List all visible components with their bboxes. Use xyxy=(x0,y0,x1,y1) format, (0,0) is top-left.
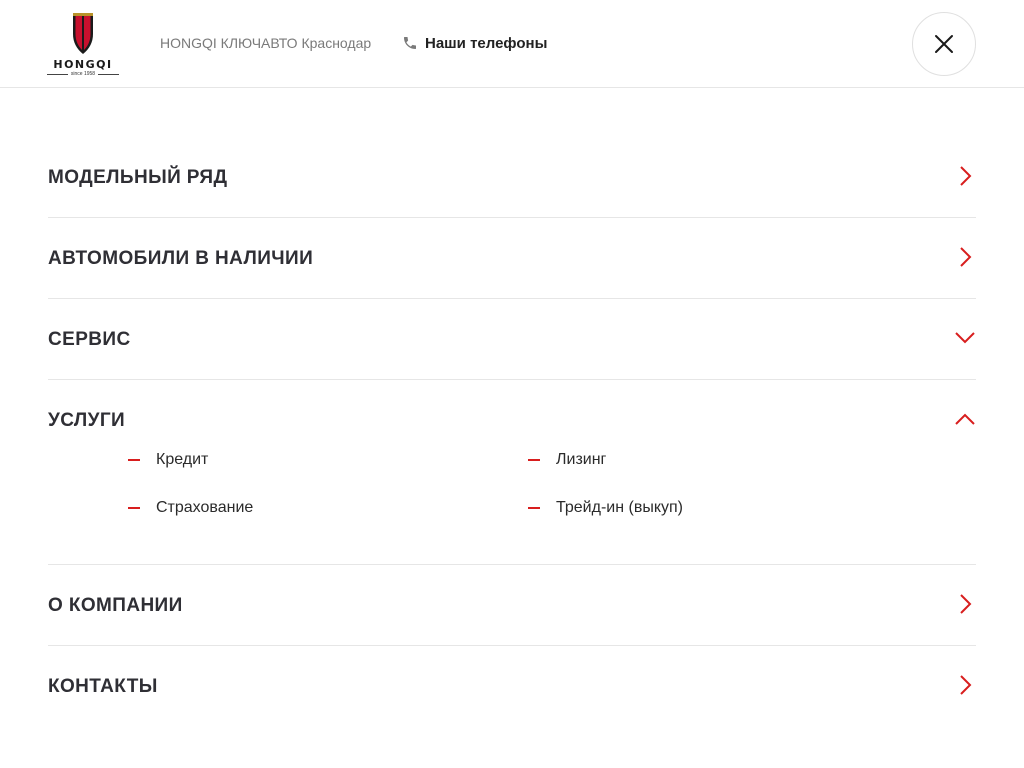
menu-row-services[interactable]: УСЛУГИ xyxy=(48,380,976,460)
menu-item-models: МОДЕЛЬНЫЙ РЯД xyxy=(48,137,976,218)
menu-label: АВТОМОБИЛИ В НАЛИЧИИ xyxy=(48,248,314,269)
chevron-right-icon xyxy=(960,675,972,695)
dealer-name[interactable]: HONGQI КЛЮЧАВТО Краснодар xyxy=(160,34,371,52)
dash-icon xyxy=(128,459,140,461)
menu-row-about[interactable]: О КОМПАНИИ xyxy=(48,565,976,645)
dash-icon xyxy=(128,507,140,509)
menu-label: СЕРВИС xyxy=(48,329,131,350)
chevron-up-icon xyxy=(955,413,975,425)
menu-row-service[interactable]: СЕРВИС xyxy=(48,299,976,379)
main-menu: МОДЕЛЬНЫЙ РЯД АВТОМОБИЛИ В НАЛИЧИИ СЕРВИ… xyxy=(48,137,976,726)
chevron-right-icon xyxy=(960,166,972,186)
menu-label: О КОМПАНИИ xyxy=(48,595,183,616)
submenu-label: Страхование xyxy=(156,499,254,516)
menu-item-services: УСЛУГИ Кредит Лизинг Страхование Трейд-и… xyxy=(48,380,976,565)
hongqi-logo[interactable]: HONGQI since 1958 xyxy=(47,12,119,78)
logo-wordmark: HONGQI xyxy=(53,58,113,71)
phone-icon xyxy=(404,37,416,49)
close-icon xyxy=(935,35,953,53)
menu-row-models[interactable]: МОДЕЛЬНЫЙ РЯД xyxy=(48,137,976,217)
chevron-right-icon xyxy=(960,247,972,267)
submenu-item-trade-in[interactable]: Трейд-ин (выкуп) xyxy=(528,497,683,519)
header: HONGQI since 1958 HONGQI КЛЮЧАВТО Красно… xyxy=(0,0,1024,88)
phones-link[interactable]: Наши телефоны xyxy=(402,33,547,53)
menu-row-contacts[interactable]: КОНТАКТЫ xyxy=(48,646,976,726)
submenu-label: Кредит xyxy=(156,451,209,468)
menu-item-service: СЕРВИС xyxy=(48,299,976,380)
submenu-item-insurance[interactable]: Страхование xyxy=(128,497,253,519)
submenu-label: Трейд-ин (выкуп) xyxy=(556,499,683,516)
services-submenu: Кредит Лизинг Страхование Трейд-ин (выку… xyxy=(48,451,976,564)
dash-icon xyxy=(528,507,540,509)
logo-tagline: since 1958 xyxy=(47,71,119,78)
phones-label: Наши телефоны xyxy=(425,34,548,52)
menu-label: КОНТАКТЫ xyxy=(48,676,158,697)
menu-label: МОДЕЛЬНЫЙ РЯД xyxy=(48,167,228,188)
submenu-label: Лизинг xyxy=(556,451,607,468)
menu-item-about: О КОМПАНИИ xyxy=(48,565,976,646)
chevron-right-icon xyxy=(960,594,972,614)
submenu-item-credit[interactable]: Кредит xyxy=(128,449,208,471)
menu-item-cars-in-stock: АВТОМОБИЛИ В НАЛИЧИИ xyxy=(48,218,976,299)
hongqi-emblem-icon xyxy=(73,13,93,54)
menu-item-contacts: КОНТАКТЫ xyxy=(48,646,976,726)
menu-label: УСЛУГИ xyxy=(48,410,126,431)
dash-icon xyxy=(528,459,540,461)
submenu-item-leasing[interactable]: Лизинг xyxy=(528,449,606,471)
chevron-down-icon xyxy=(955,332,975,344)
menu-row-cars-in-stock[interactable]: АВТОМОБИЛИ В НАЛИЧИИ xyxy=(48,218,976,298)
close-menu-button[interactable] xyxy=(912,12,976,76)
